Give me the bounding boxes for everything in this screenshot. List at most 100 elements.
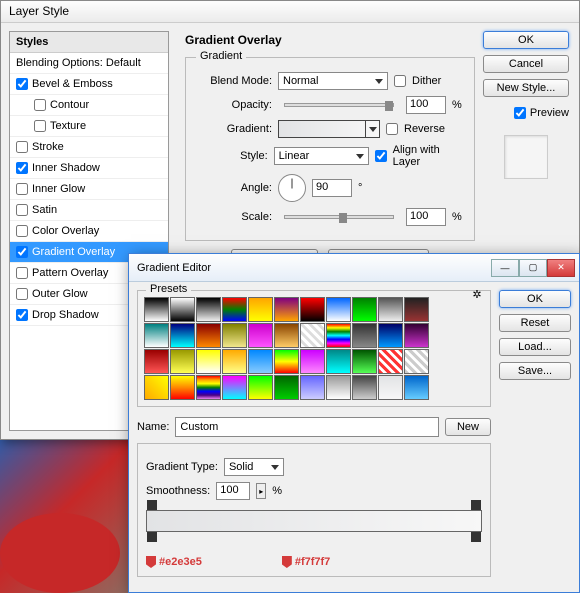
preset-swatch[interactable]: [222, 349, 247, 374]
gradient-type-combo[interactable]: Solid: [224, 458, 284, 476]
preset-swatch[interactable]: [352, 349, 377, 374]
angle-value[interactable]: 90: [312, 179, 352, 197]
style-checkbox[interactable]: [16, 78, 28, 90]
style-checkbox[interactable]: [16, 183, 28, 195]
preset-swatch[interactable]: [404, 349, 429, 374]
preset-swatch[interactable]: [196, 375, 221, 400]
preset-swatch[interactable]: [300, 349, 325, 374]
preset-swatch[interactable]: [300, 297, 325, 322]
style-checkbox[interactable]: [16, 141, 28, 153]
preset-swatch[interactable]: [300, 323, 325, 348]
dither-checkbox[interactable]: [394, 75, 406, 87]
style-checkbox[interactable]: [16, 162, 28, 174]
preset-swatch[interactable]: [352, 323, 377, 348]
preset-swatch[interactable]: [170, 297, 195, 322]
new-style-button[interactable]: New Style...: [483, 79, 569, 97]
sidebar-item-stroke[interactable]: Stroke: [10, 137, 168, 158]
preset-swatch[interactable]: [274, 323, 299, 348]
style-checkbox[interactable]: [16, 225, 28, 237]
sidebar-item-bevel-emboss[interactable]: Bevel & Emboss: [10, 74, 168, 95]
gradient-picker[interactable]: [278, 120, 380, 138]
preset-swatch[interactable]: [248, 349, 273, 374]
preset-swatch[interactable]: [274, 297, 299, 322]
preset-swatch[interactable]: [248, 375, 273, 400]
new-button[interactable]: New: [445, 418, 491, 436]
opacity-stop-right[interactable]: [471, 500, 481, 510]
style-checkbox[interactable]: [16, 309, 28, 321]
style-checkbox[interactable]: [34, 99, 46, 111]
grad-ok-button[interactable]: OK: [499, 290, 571, 308]
preset-swatch[interactable]: [326, 375, 351, 400]
cancel-button[interactable]: Cancel: [483, 55, 569, 73]
sidebar-item-inner-glow[interactable]: Inner Glow: [10, 179, 168, 200]
opacity-slider[interactable]: [284, 103, 394, 107]
gear-icon[interactable]: ✲: [470, 287, 484, 301]
ok-button[interactable]: OK: [483, 31, 569, 49]
preset-swatch[interactable]: [144, 349, 169, 374]
sidebar-header[interactable]: Styles: [10, 32, 168, 53]
style-checkbox[interactable]: [16, 204, 28, 216]
sidebar-item-satin[interactable]: Satin: [10, 200, 168, 221]
scale-value[interactable]: 100: [406, 208, 446, 226]
preset-swatch[interactable]: [404, 297, 429, 322]
color-stop-left[interactable]: [147, 532, 157, 542]
preset-swatch[interactable]: [326, 323, 351, 348]
preset-swatch[interactable]: [274, 349, 299, 374]
opacity-stop-left[interactable]: [147, 500, 157, 510]
smoothness-value[interactable]: 100: [216, 482, 250, 500]
gradient-bar[interactable]: [146, 510, 482, 532]
preset-swatch[interactable]: [144, 323, 169, 348]
preset-swatch[interactable]: [378, 323, 403, 348]
sidebar-item-inner-shadow[interactable]: Inner Shadow: [10, 158, 168, 179]
grad-save-button[interactable]: Save...: [499, 362, 571, 380]
angle-dial[interactable]: [278, 174, 306, 202]
sidebar-item-texture[interactable]: Texture: [10, 116, 168, 137]
style-checkbox[interactable]: [16, 246, 28, 258]
scale-slider[interactable]: [284, 215, 394, 219]
style-checkbox[interactable]: [34, 120, 46, 132]
preset-swatch[interactable]: [196, 297, 221, 322]
preset-swatch[interactable]: [378, 297, 403, 322]
preset-swatch[interactable]: [300, 375, 325, 400]
preset-swatch[interactable]: [222, 323, 247, 348]
preset-swatch[interactable]: [378, 349, 403, 374]
preset-swatch[interactable]: [222, 375, 247, 400]
preview-checkbox[interactable]: [514, 107, 526, 119]
preset-swatch[interactable]: [196, 349, 221, 374]
preset-swatch[interactable]: [326, 349, 351, 374]
close-button[interactable]: ✕: [547, 259, 575, 277]
minimize-button[interactable]: —: [491, 259, 519, 277]
smoothness-stepper[interactable]: ▸: [256, 483, 266, 499]
name-input[interactable]: [175, 417, 439, 437]
preset-swatch[interactable]: [170, 323, 195, 348]
blend-mode-combo[interactable]: Normal: [278, 72, 388, 90]
preset-swatch[interactable]: [404, 323, 429, 348]
sidebar-item-contour[interactable]: Contour: [10, 95, 168, 116]
preset-swatch[interactable]: [170, 349, 195, 374]
preset-swatch[interactable]: [196, 323, 221, 348]
preset-swatch[interactable]: [248, 323, 273, 348]
opacity-value[interactable]: 100: [406, 96, 446, 114]
preset-swatch[interactable]: [378, 375, 403, 400]
style-combo[interactable]: Linear: [274, 147, 369, 165]
preset-swatch[interactable]: [248, 297, 273, 322]
grad-load-button[interactable]: Load...: [499, 338, 571, 356]
preset-swatch[interactable]: [144, 375, 169, 400]
blending-options[interactable]: Blending Options: Default: [10, 53, 168, 74]
align-checkbox[interactable]: [375, 150, 387, 162]
preset-swatch[interactable]: [144, 297, 169, 322]
style-checkbox[interactable]: [16, 288, 28, 300]
preset-swatch[interactable]: [404, 375, 429, 400]
sidebar-item-color-overlay[interactable]: Color Overlay: [10, 221, 168, 242]
preset-swatch[interactable]: [352, 375, 377, 400]
preset-swatch[interactable]: [326, 297, 351, 322]
preset-swatch[interactable]: [222, 297, 247, 322]
maximize-button[interactable]: ▢: [519, 259, 547, 277]
reverse-checkbox[interactable]: [386, 123, 398, 135]
preset-swatch[interactable]: [352, 297, 377, 322]
color-stop-right[interactable]: [471, 532, 481, 542]
grad-reset-button[interactable]: Reset: [499, 314, 571, 332]
preset-swatch[interactable]: [274, 375, 299, 400]
style-checkbox[interactable]: [16, 267, 28, 279]
preset-swatch[interactable]: [170, 375, 195, 400]
